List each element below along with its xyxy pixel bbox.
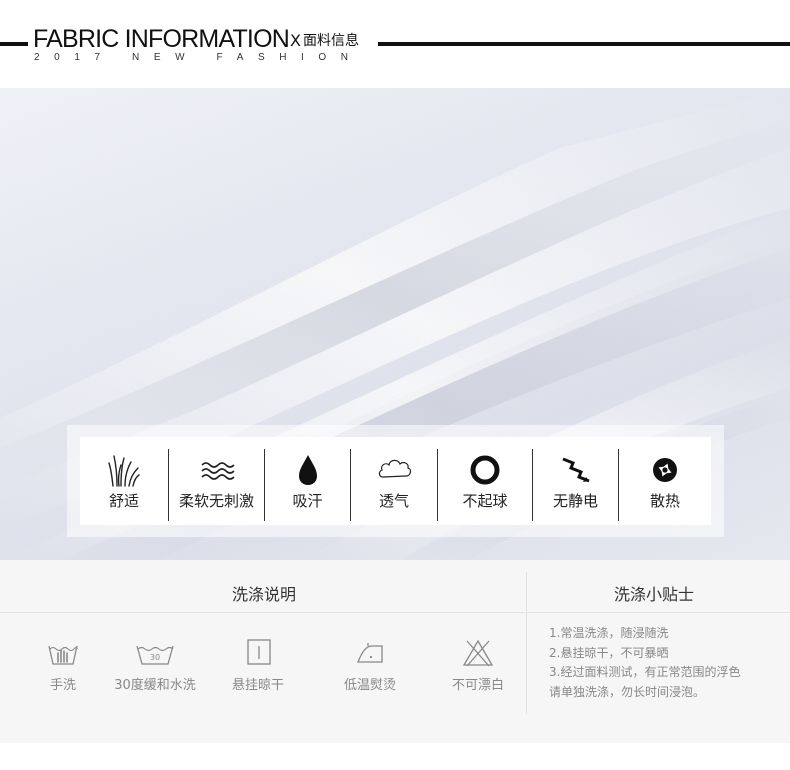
feature-label: 柔软无刺激: [178, 492, 254, 510]
wash-item-hand-wash: 手洗: [32, 638, 94, 700]
wash-item-low-temp-iron: 低温熨烫: [331, 638, 409, 700]
tips-section-rule: [527, 612, 790, 613]
svg-text:30: 30: [150, 653, 160, 662]
page-header: FABRIC INFORMATION X 面料信息 2017 NEW FASHI…: [0, 0, 790, 88]
header-rule-right: [378, 42, 790, 46]
lightning-icon: [561, 457, 590, 483]
wash-tip: 2.悬挂晾干，不可暴晒: [549, 645, 669, 660]
aperture-icon: [653, 458, 677, 482]
water-drop-icon: [298, 455, 317, 485]
feature-comfort: 舒适: [80, 437, 168, 525]
page-subtitle: 2017 NEW FASHION: [34, 52, 363, 63]
no-bleach-icon: [462, 639, 494, 667]
feature-label: 透气: [378, 492, 409, 510]
wash-instructions-title: 洗涤说明: [232, 585, 297, 604]
feature-breathable: 透气: [351, 437, 437, 525]
iron-low-icon: [357, 643, 383, 663]
feature-label: 吸汗: [292, 492, 323, 510]
grass-icon: [108, 455, 140, 487]
header-rule-left: [0, 42, 28, 46]
care-column-divider: [526, 572, 527, 714]
wash-label: 30度缓和水洗: [114, 678, 196, 693]
wash-tips-title: 洗涤小贴士: [614, 585, 695, 604]
feature-anti-static: 无静电: [533, 437, 618, 525]
hang-dry-icon: [247, 639, 271, 665]
feature-sweat-absorbent: 吸汗: [265, 437, 350, 525]
wash-tip: 请单独洗涤，勿长时间浸泡。: [549, 684, 706, 699]
page-title: FABRIC INFORMATION: [33, 25, 290, 53]
wash-item-no-bleach: 不可漂白: [444, 638, 512, 700]
wash-tip: 3.经过面料测试，有正常范围的浮色: [549, 665, 741, 679]
feature-label: 舒适: [108, 492, 139, 510]
fabric-features-panel: 舒适 柔软无刺激 吸汗 透气 不起球 无静电 散热: [67, 425, 724, 537]
wash-item-hang-dry: 悬挂晾干: [222, 638, 294, 700]
wash-tips-list: 1.常温洗涤，随浸随洗 2.悬挂晾干，不可暴晒 3.经过面料测试，有正常范围的浮…: [549, 624, 779, 702]
feature-label: 散热: [649, 492, 680, 510]
title-separator: X: [290, 31, 301, 50]
wash-label: 悬挂晾干: [231, 678, 284, 693]
wash-label: 手洗: [49, 678, 76, 693]
wash-section-rule: [0, 612, 525, 613]
wash-item-30-gentle: 30 30度缓和水洗: [100, 638, 210, 700]
fabric-features-list: 舒适 柔软无刺激 吸汗 透气 不起球 无静电 散热: [80, 437, 711, 525]
feature-heat-dissipation: 散热: [619, 437, 711, 525]
care-bottom-margin: [0, 743, 790, 770]
hand-wash-icon: [48, 645, 78, 665]
wash-label: 不可漂白: [451, 678, 504, 693]
wash-tip: 1.常温洗涤，随浸随洗: [549, 626, 669, 640]
wash-label: 低温熨烫: [343, 678, 396, 693]
waves-icon: [200, 462, 235, 480]
cloud-icon: [378, 459, 412, 478]
ring-icon: [470, 455, 500, 485]
feature-soft: 柔软无刺激: [169, 437, 264, 525]
feature-anti-pilling: 不起球: [438, 437, 532, 525]
feature-label: 不起球: [462, 492, 508, 510]
page-title-chinese: 面料信息: [303, 33, 359, 49]
feature-label: 无静电: [552, 492, 598, 510]
wash-30-icon: 30: [136, 645, 174, 665]
